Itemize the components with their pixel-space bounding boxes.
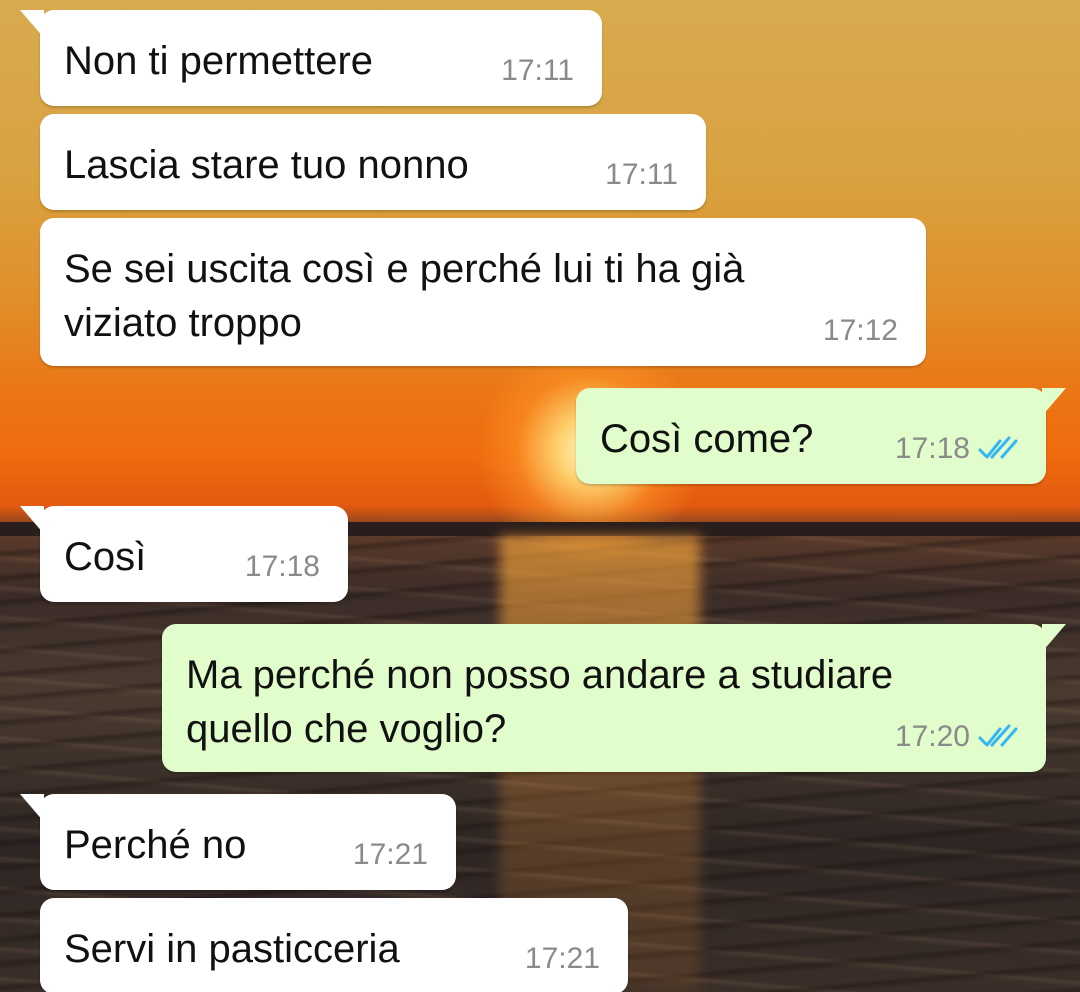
incoming-message-bubble[interactable]: Se sei uscita così e perché lui ti ha gi… — [40, 218, 926, 366]
message-time: 17:20 — [894, 720, 970, 753]
incoming-message-bubble[interactable]: Servi in pasticceria 17:21 — [40, 898, 628, 992]
message-time: 17:11 — [501, 54, 574, 87]
chat-window[interactable]: Non ti permettere 17:11 Lascia stare tuo… — [0, 0, 1080, 992]
double-check-icon — [978, 436, 1018, 459]
incoming-message-bubble[interactable]: Così 17:18 — [20, 506, 348, 602]
message-time: 17:12 — [822, 314, 898, 347]
message-time: 17:21 — [352, 838, 428, 871]
message-time: 17:18 — [894, 432, 970, 465]
message-text: Se sei uscita così e perché lui ti ha gi… — [64, 247, 745, 345]
message-time: 17:18 — [244, 550, 320, 583]
outgoing-message-bubble[interactable]: Così come? 17:18 — [576, 388, 1066, 484]
message-text: Servi in pasticceria — [64, 927, 400, 971]
incoming-message-bubble[interactable]: Perché no 17:21 — [20, 794, 456, 890]
outgoing-message-bubble[interactable]: Ma perché non posso andare a studiare qu… — [162, 624, 1066, 772]
incoming-message-bubble[interactable]: Non ti permettere 17:11 — [20, 10, 602, 106]
double-check-icon — [978, 724, 1018, 747]
message-text: Lascia stare tuo nonno — [64, 143, 469, 187]
incoming-message-bubble[interactable]: Lascia stare tuo nonno 17:11 — [40, 114, 706, 210]
message-time: 17:11 — [605, 158, 678, 191]
message-time: 17:21 — [524, 942, 600, 975]
